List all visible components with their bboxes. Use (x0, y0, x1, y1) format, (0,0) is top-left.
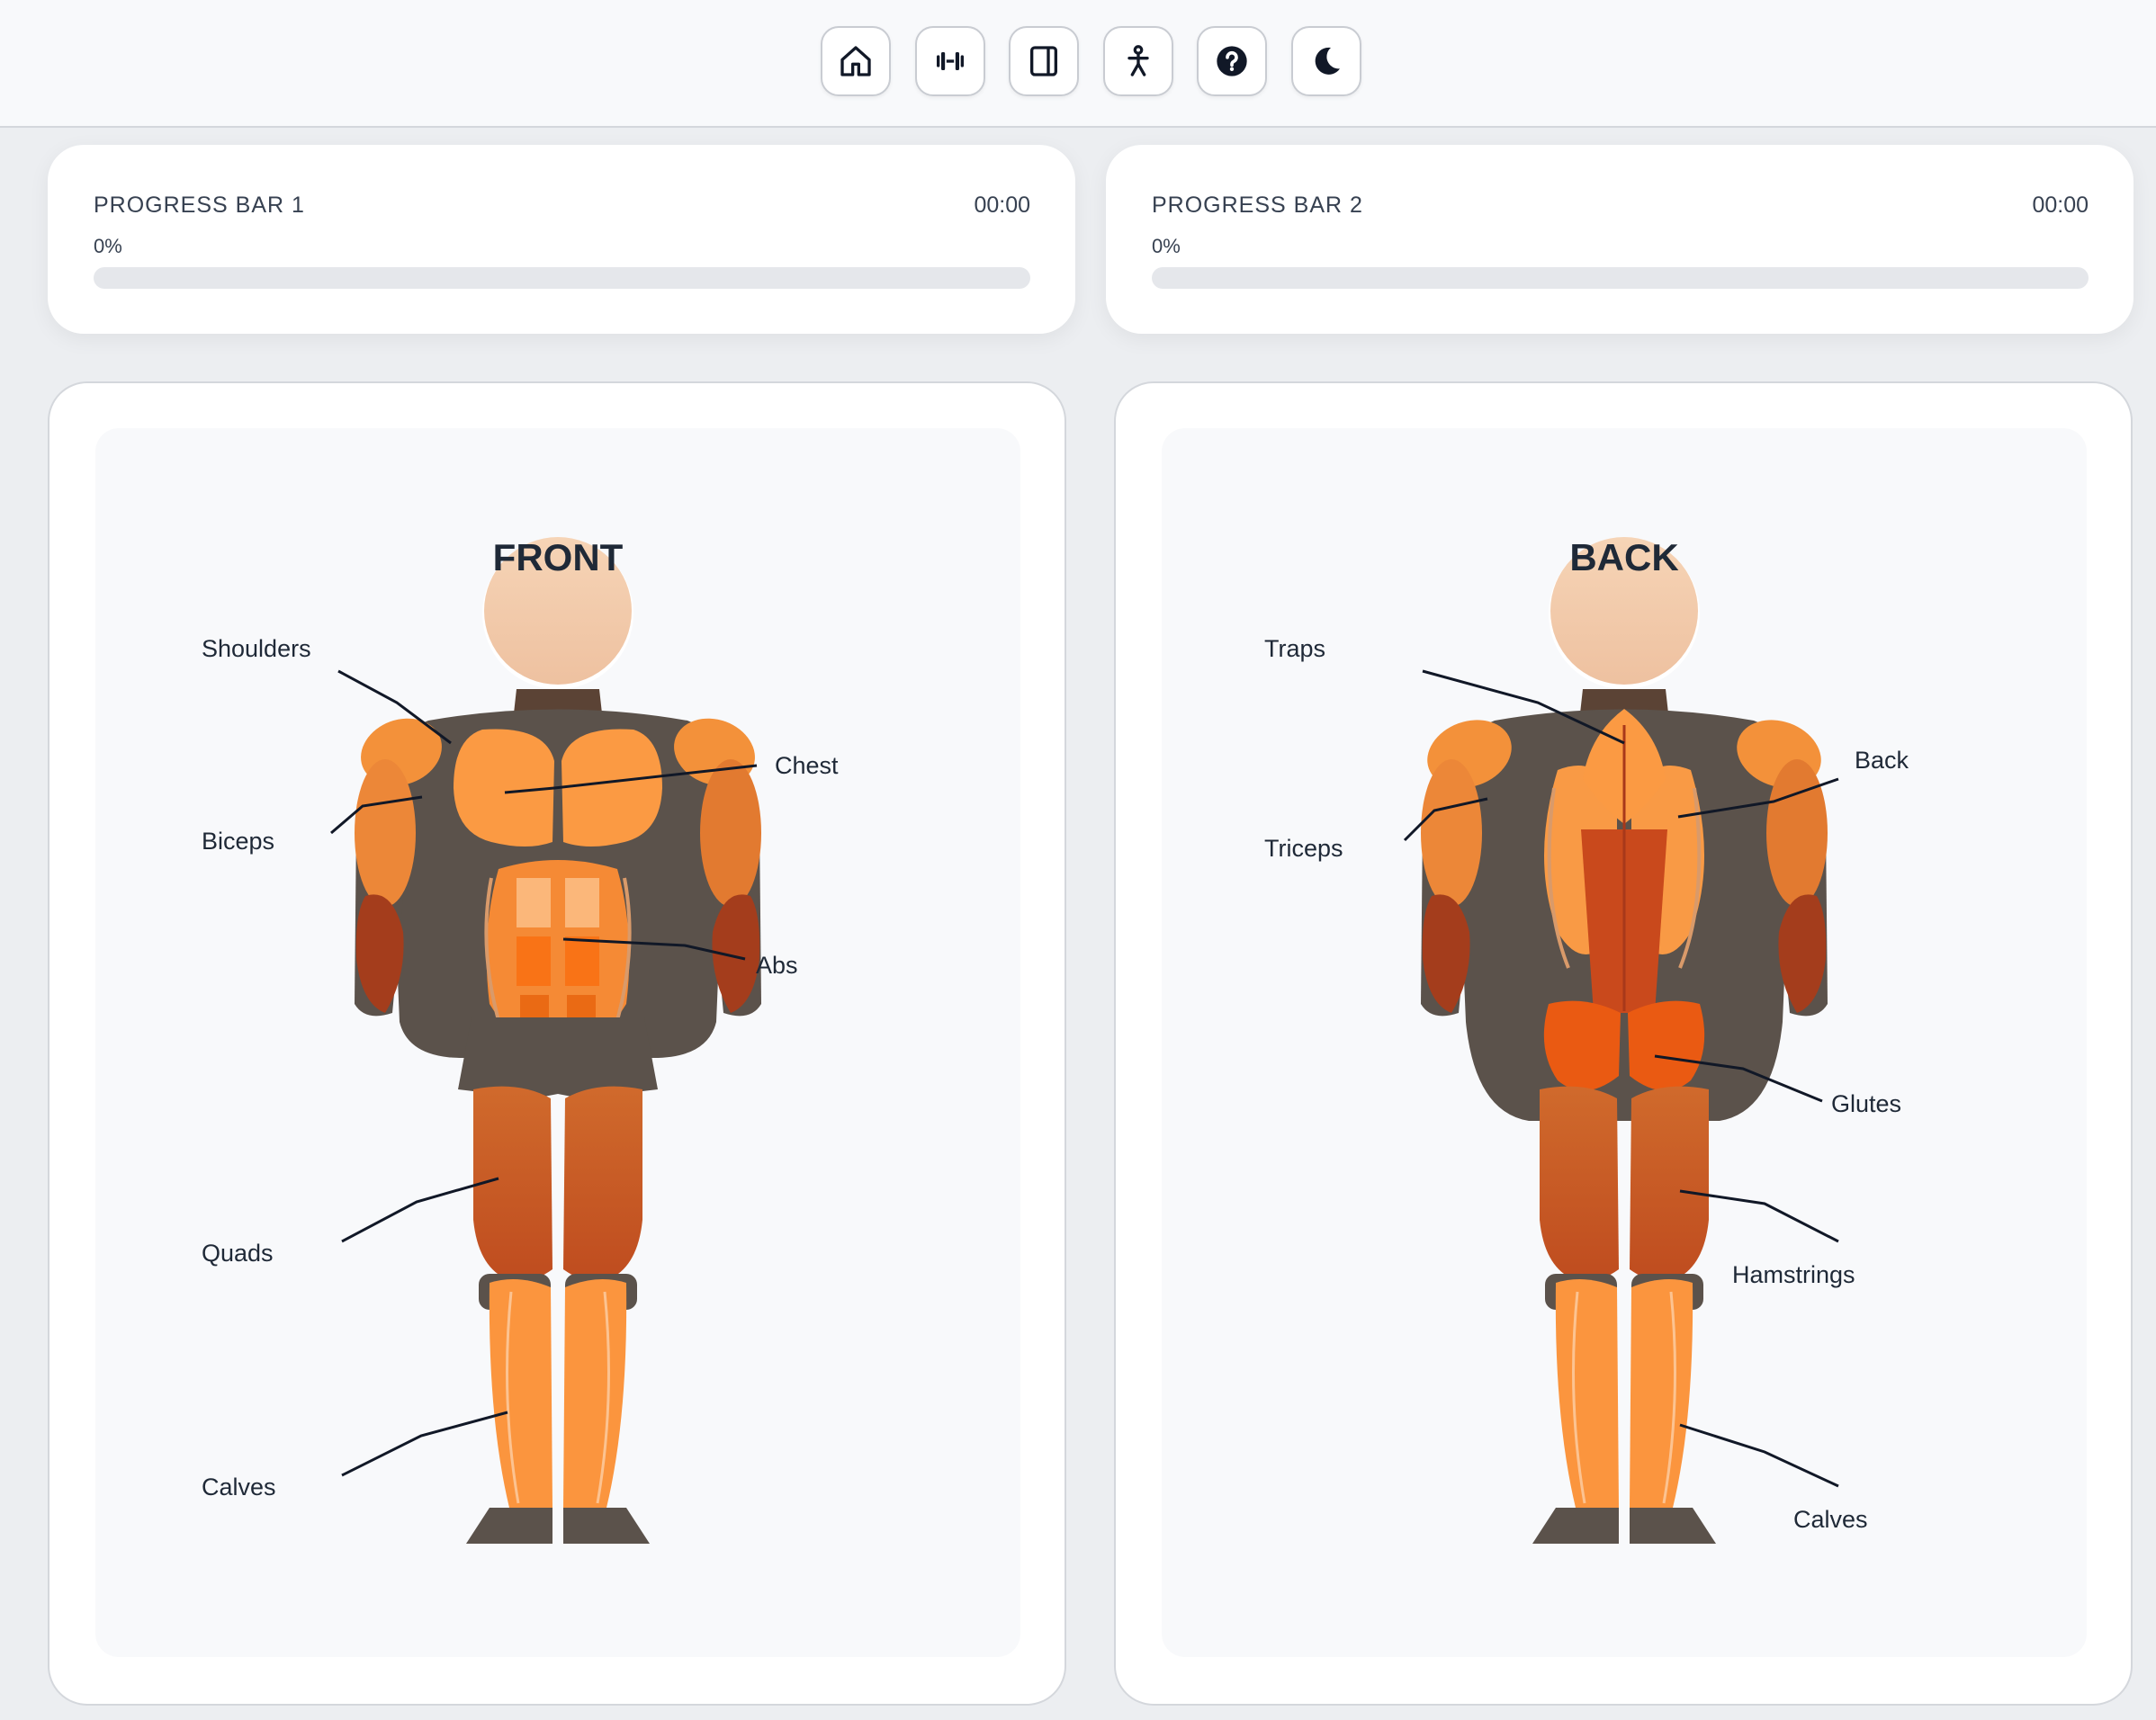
back-view-title: BACK (1569, 536, 1679, 578)
hips (458, 1017, 658, 1098)
abs-upper-right (565, 878, 599, 927)
abs-lower-left (517, 936, 551, 986)
label-biceps[interactable]: Biceps (202, 828, 274, 856)
panel-button[interactable] (1009, 26, 1079, 96)
label-calves[interactable]: Calves (202, 1474, 276, 1501)
front-body-canvas: FRONT Shoulders Chest Biceps Abs Quads C… (95, 428, 1020, 1657)
body-view-button[interactable] (1103, 26, 1173, 96)
help-circle-icon (1217, 46, 1247, 76)
label-triceps[interactable]: Triceps (1264, 835, 1343, 863)
progress-label: PROGRESS BAR 2 (1152, 193, 1363, 218)
dumbbell-icon (937, 52, 964, 70)
back-body-panel: BACK Traps Back Triceps Glutes Hamstring… (1114, 381, 2133, 1706)
theme-toggle-button[interactable] (1291, 26, 1361, 96)
label-abs[interactable]: Abs (756, 952, 798, 980)
label-quads[interactable]: Quads (202, 1240, 274, 1268)
abs-upper-left (517, 878, 551, 927)
hamstring-left-muscle[interactable] (1540, 1086, 1619, 1282)
progress-percent: 0% (1152, 235, 1181, 257)
back-body-canvas: BACK Traps Back Triceps Glutes Hamstring… (1162, 428, 2087, 1657)
foot-right (563, 1508, 650, 1544)
bicep-left-muscle[interactable] (355, 759, 416, 907)
calf-right-muscle[interactable] (1630, 1279, 1693, 1515)
tricep-left-muscle[interactable] (1421, 759, 1482, 907)
abs-lower-right (565, 936, 599, 986)
calf-left-muscle[interactable] (1555, 1279, 1619, 1515)
label-back[interactable]: Back (1855, 747, 1909, 775)
foot-left (1532, 1508, 1619, 1544)
tricep-right-muscle[interactable] (1766, 759, 1828, 907)
workout-button[interactable] (915, 26, 985, 96)
foot-right (1630, 1508, 1716, 1544)
label-shoulders[interactable]: Shoulders (202, 635, 311, 663)
front-view-title: FRONT (492, 536, 624, 578)
bicep-right-muscle[interactable] (700, 759, 761, 907)
label-calves[interactable]: Calves (1793, 1506, 1868, 1534)
home-icon (840, 46, 871, 76)
foot-left (466, 1508, 552, 1544)
label-glutes[interactable]: Glutes (1831, 1090, 1901, 1118)
moon-icon (1315, 47, 1340, 75)
back-body-figure (1403, 537, 1839, 1544)
chest-right-muscle[interactable] (561, 729, 662, 847)
label-hamstrings[interactable]: Hamstrings (1732, 1261, 1855, 1289)
progress-card-1: PROGRESS BAR 1 00:00 0% (48, 145, 1075, 334)
progress-time: 00:00 (974, 193, 1030, 218)
calf-right-muscle[interactable] (563, 1279, 627, 1515)
progress-track (1152, 267, 2089, 289)
label-chest[interactable]: Chest (775, 752, 839, 780)
quad-left-muscle[interactable] (473, 1086, 552, 1282)
calf-left-muscle[interactable] (489, 1279, 552, 1515)
quad-right-muscle[interactable] (563, 1086, 642, 1282)
front-body-panel: FRONT Shoulders Chest Biceps Abs Quads C… (48, 381, 1066, 1706)
hamstring-right-muscle[interactable] (1630, 1086, 1709, 1282)
top-toolbar (0, 0, 2156, 128)
progress-card-2: PROGRESS BAR 2 00:00 0% (1106, 145, 2134, 334)
person-icon (1127, 45, 1149, 76)
label-traps[interactable]: Traps (1264, 635, 1325, 663)
progress-percent: 0% (94, 235, 122, 257)
chest-left-muscle[interactable] (454, 729, 554, 847)
progress-track (94, 267, 1030, 289)
progress-time: 00:00 (2032, 193, 2089, 218)
home-button[interactable] (821, 26, 891, 96)
help-button[interactable] (1197, 26, 1267, 96)
progress-label: PROGRESS BAR 1 (94, 193, 305, 218)
sidebar-panel-icon (1030, 46, 1057, 76)
